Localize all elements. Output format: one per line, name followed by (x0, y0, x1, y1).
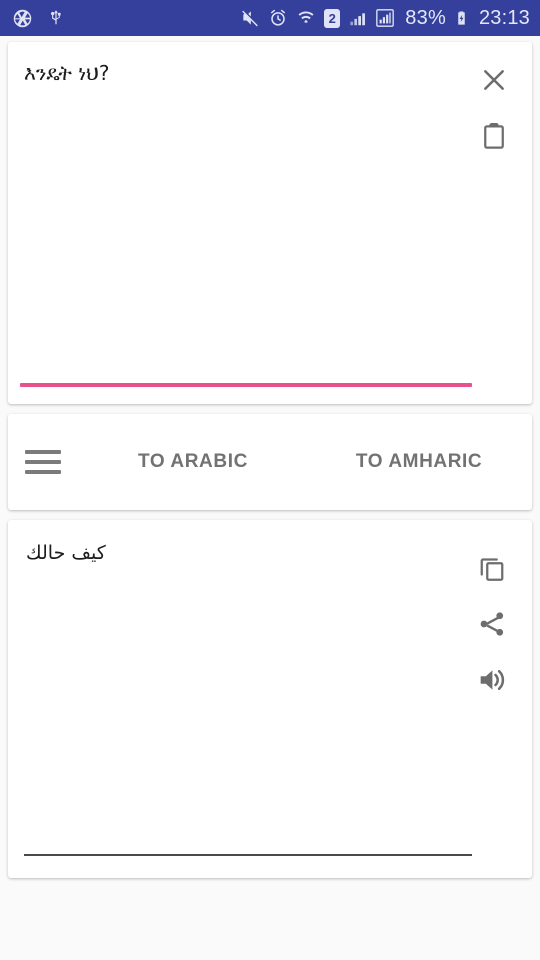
hamburger-line-1 (25, 450, 61, 454)
menu-button[interactable] (8, 414, 78, 510)
close-icon (478, 64, 510, 96)
volume-speaker-icon (476, 664, 508, 696)
wifi-icon (296, 8, 316, 28)
translator-page: እንዴት ነህ? TO ARABIC TO AMHARIC كيف حالك (0, 42, 540, 960)
translation-result-card: كيف حالك (8, 520, 532, 878)
copy-icon (477, 553, 507, 583)
clear-button[interactable] (466, 52, 522, 108)
to-amharic-button[interactable]: TO AMHARIC (348, 441, 490, 483)
source-text-input[interactable]: እንዴት ነህ? (24, 60, 468, 87)
sim2-icon: 2 (324, 8, 341, 28)
result-field-underline (24, 854, 472, 856)
share-icon (477, 609, 507, 639)
status-bar: 2 83% 23:13 (0, 0, 540, 36)
copy-button[interactable] (464, 540, 520, 596)
battery-charging-icon (454, 8, 469, 28)
signal-bars-boxed-icon (375, 8, 395, 28)
source-card-actions (466, 52, 522, 164)
status-bar-right-icons: 2 83% 23:13 (240, 7, 530, 30)
clock-label: 23:13 (478, 6, 530, 29)
paste-button[interactable] (466, 108, 522, 164)
translated-text[interactable]: كيف حالك (26, 542, 468, 564)
mute-icon (240, 8, 260, 28)
camera-shutter-icon (12, 8, 33, 29)
usb-icon (47, 7, 65, 29)
source-text-card: እንዴት ነህ? (8, 42, 532, 404)
listen-button[interactable] (464, 652, 520, 708)
hamburger-line-3 (25, 470, 61, 474)
result-card-actions (464, 540, 520, 708)
clipboard-paste-icon (479, 121, 509, 151)
source-field-underline (20, 383, 472, 387)
battery-percent-label: 83% (405, 6, 446, 29)
signal-bars-icon (348, 9, 367, 28)
hamburger-line-2 (25, 460, 61, 464)
status-bar-left-icons (12, 7, 65, 29)
to-arabic-button[interactable]: TO ARABIC (130, 441, 256, 483)
share-button[interactable] (464, 596, 520, 652)
translate-actions-card: TO ARABIC TO AMHARIC (8, 414, 532, 510)
alarm-clock-icon (268, 8, 288, 28)
